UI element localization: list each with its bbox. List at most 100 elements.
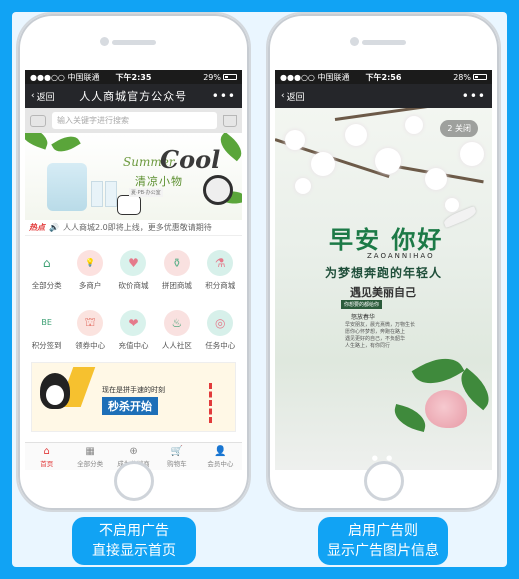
ad-poem: 早安朋友，晨光熹微，万物生长 愿你心怀梦想，奔跑在路上 遇见更好的自己，不负韶华… <box>345 322 416 349</box>
home-icon: ⌂ <box>43 445 50 457</box>
heart-icon: ♥ <box>120 249 147 276</box>
battery-icon <box>473 74 487 80</box>
tab-label: 会员中心 <box>207 459 234 468</box>
hot-news-bar[interactable]: 热点 🔊 人人商城2.0即将上线，更多优惠敬请期待 <box>25 220 242 236</box>
circles-icon: ◎ <box>207 309 234 336</box>
spring-image <box>209 383 223 423</box>
battery-icon <box>223 74 237 80</box>
more-menu-button[interactable]: ••• <box>212 89 236 103</box>
hot-tag: 热点 <box>29 223 45 232</box>
back-button[interactable]: ‹ 返回 <box>281 90 305 103</box>
vase-icon: ⚱ <box>163 249 190 276</box>
phone-right: ●●●○○ 中国联通 下午2:56 28% ‹ 返回 ••• 2 关闭 早安 你… <box>266 12 501 512</box>
cart-icon[interactable] <box>223 114 237 127</box>
tab-category[interactable]: ▦ 全部分类 <box>68 443 111 470</box>
grid-item-label: 积分商城 <box>205 280 236 290</box>
speaker-grille <box>111 40 156 45</box>
grid-item-label: 任务中心 <box>205 340 236 350</box>
tab-label: 购物车 <box>167 459 187 468</box>
grid-item[interactable]: ⌂ 全部分类 <box>25 240 68 300</box>
flash-sale-line2: 秒杀开始 <box>102 397 158 415</box>
banner-cn-text: 清凉小物 <box>135 175 183 188</box>
grid-item[interactable]: BE 积分签到 <box>25 300 68 360</box>
back-label: 返回 <box>286 92 305 103</box>
screen-ad: ●●●○○ 中国联通 下午2:56 28% ‹ 返回 ••• 2 关闭 早安 你… <box>275 70 492 470</box>
caption-no-ad: 不启用广告 直接显示首页 <box>72 517 196 565</box>
splash-ad-image[interactable]: 2 关闭 早安 你好 ZAOANNIHAO 为梦想奔跑的年轻人 遇见美丽自己 你… <box>275 108 492 470</box>
banner-glass-image <box>105 181 117 207</box>
caption-line: 直接显示首页 <box>92 543 176 559</box>
banner-fan-image <box>203 175 233 205</box>
home-button[interactable] <box>113 461 154 501</box>
category-grid: ⌂ 全部分类 💡 多商户 ♥ 砍价商城 ⚱ 拼团商城 ⚗ 积分商城 BE 积分签到 ⛫ 领券中心 ❤ 充值中心… <box>25 236 242 360</box>
ad-dream-text: 遇见美丽自己 <box>350 286 416 299</box>
caption-line: 不启用广告 <box>99 523 169 539</box>
search-input[interactable]: 输入关键字进行搜索 <box>52 112 217 129</box>
camera-icon <box>100 37 109 46</box>
grid-item[interactable]: ❤ 充值中心 <box>112 300 155 360</box>
banner-summer[interactable]: Summer Cool 清凉小物 夏·PB·办公室 <box>25 133 242 220</box>
grid-item[interactable]: 💡 多商户 <box>68 240 111 300</box>
home-button[interactable] <box>363 461 404 501</box>
banner-sub-text: 夏·PB·办公室 <box>129 188 163 197</box>
phone-left: ●●●○○ 中国联通 下午2:35 29% ‹ 返回 人人商城官方公众号 •••… <box>16 12 251 512</box>
nav-bar: ‹ 返回 人人商城官方公众号 ••• <box>25 84 242 108</box>
tab-label: 全部分类 <box>77 459 104 468</box>
grid-item-label: 人人社区 <box>161 340 192 350</box>
more-menu-button[interactable]: ••• <box>462 89 486 103</box>
grid-item-label: 充值中心 <box>118 340 149 350</box>
grid-item[interactable]: ♥ 砍价商城 <box>112 240 155 300</box>
grid-item-label: 领券中心 <box>75 340 106 350</box>
status-bar: ●●●○○ 中国联通 下午2:35 29% <box>25 70 242 84</box>
banner-jar-image <box>47 163 87 211</box>
speaker-icon: 🔊 <box>49 223 59 232</box>
ad-small-text: 怒放春华 <box>351 314 376 321</box>
ad-pinyin: ZAOANNIHAO <box>367 252 435 260</box>
grid-item-label: 砍价商城 <box>118 280 149 290</box>
penguin-image <box>40 373 70 409</box>
grid-item-label: 全部分类 <box>31 280 62 290</box>
ad-chip: 你想要的都给你 <box>341 300 383 309</box>
tab-label: 首页 <box>40 459 54 468</box>
banner-cool-text: Cool <box>160 145 221 174</box>
caption-with-ad: 启用广告则 显示广告图片信息 <box>318 517 448 565</box>
grid-item[interactable]: ♨ 人人社区 <box>155 300 198 360</box>
search-row: 输入关键字进行搜索 <box>25 108 242 133</box>
status-time: 下午2:35 <box>115 72 152 82</box>
cart-icon: 🛒 <box>170 445 184 457</box>
grid-item[interactable]: ⛫ 领券中心 <box>68 300 111 360</box>
tab-user[interactable]: 👤 会员中心 <box>199 443 242 470</box>
heart-wheel-icon: ❤ <box>120 309 147 336</box>
ad-greeting: 早安 你好 <box>329 226 444 254</box>
page-title: 人人商城官方公众号 <box>79 90 188 103</box>
tab-cart[interactable]: 🛒 购物车 <box>155 443 198 470</box>
chevron-left-icon: ‹ <box>281 91 285 101</box>
chevron-left-icon: ‹ <box>31 91 35 101</box>
grid-item[interactable]: ◎ 任务中心 <box>199 300 242 360</box>
back-label: 返回 <box>36 92 55 103</box>
grid-item[interactable]: ⚗ 积分商城 <box>199 240 242 300</box>
back-button[interactable]: ‹ 返回 <box>31 90 55 103</box>
user-icon: 👤 <box>214 445 227 457</box>
cake-icon: ♨ <box>163 309 190 336</box>
home-icon: ⌂ <box>33 249 60 276</box>
grid-item-label: 拼团商城 <box>161 280 192 290</box>
ad-slogan: 为梦想奔跑的年轻人 <box>325 266 443 280</box>
flash-sale-line1: 现在是拼手速的时刻 <box>102 386 165 394</box>
flash-sale-banner[interactable]: 现在是拼手速的时刻 秒杀开始 <box>31 362 236 432</box>
tab-home[interactable]: ⌂ 首页 <box>25 443 68 470</box>
grid-item-label: 积分签到 <box>31 340 62 350</box>
be-mine-sign-icon: BE <box>33 309 60 336</box>
bulb-icon: 💡 <box>77 249 104 276</box>
banner-cow-image <box>117 195 141 215</box>
distributor-icon: ⊕ <box>129 445 138 457</box>
grid-item[interactable]: ⚱ 拼团商城 <box>155 240 198 300</box>
nav-bar: ‹ 返回 ••• <box>275 84 492 108</box>
close-ad-button[interactable]: 2 关闭 <box>440 120 478 137</box>
perfume-icon: ⛫ <box>77 309 104 336</box>
scan-icon[interactable] <box>30 114 46 127</box>
caption-line: 显示广告图片信息 <box>327 543 439 559</box>
caption-line: 启用广告则 <box>348 523 418 539</box>
status-bar: ●●●○○ 中国联通 下午2:56 28% <box>275 70 492 84</box>
banner-glass-image <box>91 181 103 207</box>
